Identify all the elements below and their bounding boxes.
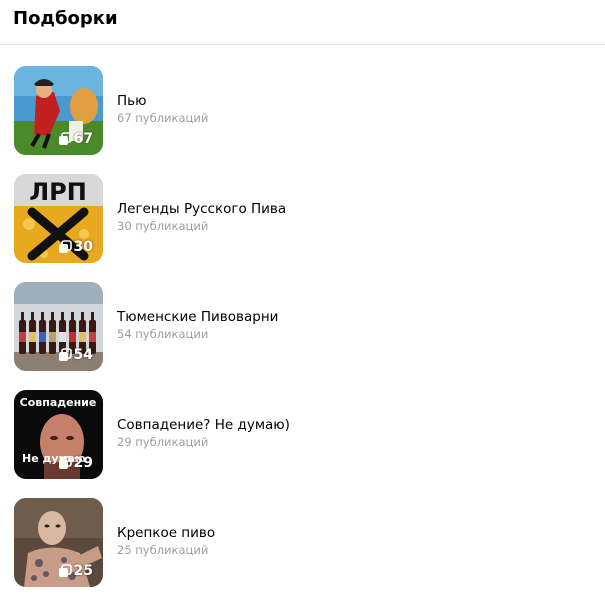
lrp-logo-text: ЛРП — [29, 178, 87, 206]
collection-item[interactable]: 67 Пью 67 публикаций — [14, 66, 594, 155]
collection-item[interactable]: Совпадение Не думаю 29 Совпадение? Не ду… — [14, 390, 594, 479]
collection-subtitle: 67 публикаций — [117, 111, 209, 125]
stack-icon — [58, 240, 72, 254]
count-value: 54 — [73, 347, 93, 363]
collection-meta: Тюменские Пивоварни 54 публикации — [117, 309, 278, 342]
publication-count: 29 — [58, 455, 93, 471]
collection-meta: Пью 67 публикаций — [117, 93, 208, 126]
collection-item[interactable]: 54 Тюменские Пивоварни 54 публикации — [14, 282, 594, 371]
stack-icon — [58, 132, 72, 146]
count-value: 25 — [73, 563, 93, 579]
collection-thumbnail[interactable]: 25 — [14, 498, 103, 587]
count-value: 30 — [73, 239, 93, 255]
collection-name[interactable]: Пью — [117, 93, 208, 110]
collection-name[interactable]: Крепкое пиво — [117, 525, 215, 542]
collection-thumbnail[interactable]: Совпадение Не думаю 29 — [14, 390, 103, 479]
collection-thumbnail[interactable]: 54 — [14, 282, 103, 371]
collection-meta: Легенды Русского Пива 30 публикаций — [117, 201, 286, 234]
collection-item[interactable]: ЛРП 30 Легенды Русского Пива 30 публикац… — [14, 174, 594, 263]
publication-count: 54 — [58, 347, 93, 363]
collection-name[interactable]: Тюменские Пивоварни — [117, 309, 278, 326]
stack-icon — [58, 564, 72, 578]
collection-meta: Крепкое пиво 25 публикаций — [117, 525, 215, 558]
collection-subtitle: 30 публикаций — [117, 219, 209, 233]
collection-name[interactable]: Легенды Русского Пива — [117, 201, 286, 218]
collection-thumbnail[interactable]: 67 — [14, 66, 103, 155]
collection-meta: Совпадение? Не думаю) 29 публикаций — [117, 417, 290, 450]
collection-subtitle: 54 публикации — [117, 327, 209, 341]
meme-top-text: Совпадение — [20, 396, 97, 409]
page-header: Подборки — [0, 0, 605, 45]
stack-icon — [58, 456, 72, 470]
collection-item[interactable]: 25 Крепкое пиво 25 публикаций — [14, 498, 594, 587]
publication-count: 30 — [58, 239, 93, 255]
publication-count: 67 — [58, 131, 93, 147]
count-value: 67 — [73, 131, 93, 147]
page-title: Подборки — [13, 8, 118, 29]
count-value: 29 — [73, 455, 93, 471]
stack-icon — [58, 348, 72, 362]
collection-thumbnail[interactable]: ЛРП 30 — [14, 174, 103, 263]
collection-subtitle: 29 публикаций — [117, 435, 209, 449]
collection-name[interactable]: Совпадение? Не думаю) — [117, 417, 290, 434]
collection-subtitle: 25 публикаций — [117, 543, 209, 557]
publication-count: 25 — [58, 563, 93, 579]
